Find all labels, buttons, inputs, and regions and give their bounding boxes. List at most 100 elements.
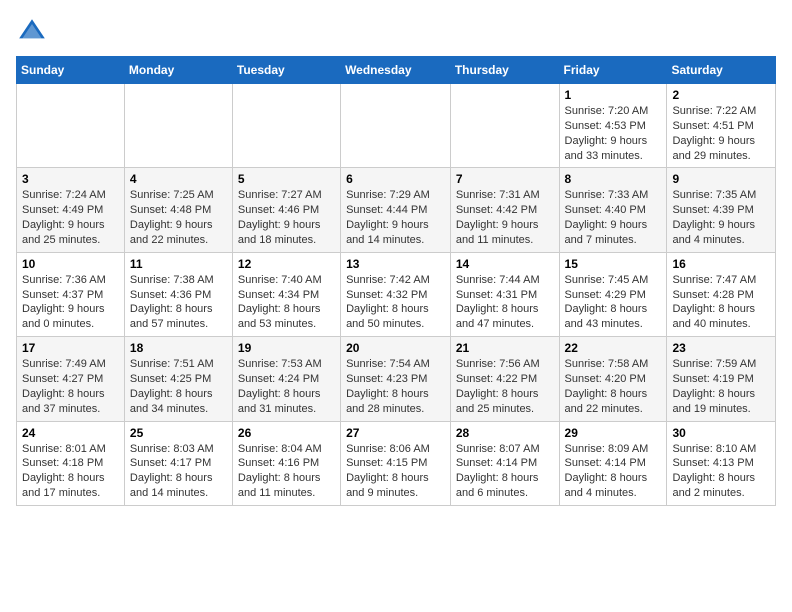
sunset-label: Sunset: 4:27 PM <box>22 373 103 385</box>
sunrise-label: Sunrise: 7:33 AM <box>565 189 649 201</box>
sunset-label: Sunset: 4:13 PM <box>672 457 753 469</box>
sunrise-label: Sunrise: 7:42 AM <box>346 274 430 286</box>
calendar-cell: 18 Sunrise: 7:51 AM Sunset: 4:25 PM Dayl… <box>124 337 232 421</box>
day-number: 3 <box>22 172 119 186</box>
day-info: Sunrise: 7:44 AM Sunset: 4:31 PM Dayligh… <box>456 273 554 332</box>
sunrise-label: Sunrise: 7:36 AM <box>22 274 106 286</box>
day-number: 6 <box>346 172 445 186</box>
sunrise-label: Sunrise: 7:29 AM <box>346 189 430 201</box>
day-info: Sunrise: 8:03 AM Sunset: 4:17 PM Dayligh… <box>130 442 227 501</box>
day-number: 10 <box>22 257 119 271</box>
day-number: 30 <box>672 426 770 440</box>
sunrise-label: Sunrise: 7:58 AM <box>565 358 649 370</box>
day-info: Sunrise: 7:27 AM Sunset: 4:46 PM Dayligh… <box>238 188 335 247</box>
calendar-cell: 24 Sunrise: 8:01 AM Sunset: 4:18 PM Dayl… <box>17 421 125 505</box>
daylight-label: Daylight: 9 hours and 11 minutes. <box>456 219 539 246</box>
day-info: Sunrise: 8:07 AM Sunset: 4:14 PM Dayligh… <box>456 442 554 501</box>
sunset-label: Sunset: 4:36 PM <box>130 289 211 301</box>
calendar-cell <box>450 84 559 168</box>
sunrise-label: Sunrise: 7:40 AM <box>238 274 322 286</box>
daylight-label: Daylight: 8 hours and 17 minutes. <box>22 472 105 499</box>
day-info: Sunrise: 7:36 AM Sunset: 4:37 PM Dayligh… <box>22 273 119 332</box>
daylight-label: Daylight: 9 hours and 0 minutes. <box>22 303 105 330</box>
day-info: Sunrise: 7:31 AM Sunset: 4:42 PM Dayligh… <box>456 188 554 247</box>
sunset-label: Sunset: 4:51 PM <box>672 120 753 132</box>
calendar-week-1: 1 Sunrise: 7:20 AM Sunset: 4:53 PM Dayli… <box>17 84 776 168</box>
day-number: 24 <box>22 426 119 440</box>
daylight-label: Daylight: 8 hours and 34 minutes. <box>130 388 213 415</box>
calendar-week-5: 24 Sunrise: 8:01 AM Sunset: 4:18 PM Dayl… <box>17 421 776 505</box>
day-info: Sunrise: 7:33 AM Sunset: 4:40 PM Dayligh… <box>565 188 662 247</box>
day-number: 25 <box>130 426 227 440</box>
day-number: 19 <box>238 341 335 355</box>
column-header-sunday: Sunday <box>17 57 125 84</box>
calendar-header-row: SundayMondayTuesdayWednesdayThursdayFrid… <box>17 57 776 84</box>
daylight-label: Daylight: 8 hours and 22 minutes. <box>565 388 648 415</box>
sunrise-label: Sunrise: 7:38 AM <box>130 274 214 286</box>
calendar-cell: 23 Sunrise: 7:59 AM Sunset: 4:19 PM Dayl… <box>667 337 776 421</box>
sunset-label: Sunset: 4:37 PM <box>22 289 103 301</box>
calendar-week-3: 10 Sunrise: 7:36 AM Sunset: 4:37 PM Dayl… <box>17 252 776 336</box>
column-header-monday: Monday <box>124 57 232 84</box>
day-number: 11 <box>130 257 227 271</box>
sunset-label: Sunset: 4:53 PM <box>565 120 646 132</box>
sunrise-label: Sunrise: 7:51 AM <box>130 358 214 370</box>
calendar-week-4: 17 Sunrise: 7:49 AM Sunset: 4:27 PM Dayl… <box>17 337 776 421</box>
sunrise-label: Sunrise: 8:07 AM <box>456 443 540 455</box>
day-number: 14 <box>456 257 554 271</box>
sunset-label: Sunset: 4:14 PM <box>565 457 646 469</box>
calendar-table: SundayMondayTuesdayWednesdayThursdayFrid… <box>16 56 776 506</box>
daylight-label: Daylight: 8 hours and 11 minutes. <box>238 472 321 499</box>
sunrise-label: Sunrise: 8:03 AM <box>130 443 214 455</box>
calendar-cell: 9 Sunrise: 7:35 AM Sunset: 4:39 PM Dayli… <box>667 168 776 252</box>
daylight-label: Daylight: 8 hours and 37 minutes. <box>22 388 105 415</box>
day-number: 15 <box>565 257 662 271</box>
sunset-label: Sunset: 4:31 PM <box>456 289 537 301</box>
sunset-label: Sunset: 4:46 PM <box>238 204 319 216</box>
sunset-label: Sunset: 4:34 PM <box>238 289 319 301</box>
day-number: 4 <box>130 172 227 186</box>
sunset-label: Sunset: 4:24 PM <box>238 373 319 385</box>
calendar-cell: 12 Sunrise: 7:40 AM Sunset: 4:34 PM Dayl… <box>232 252 340 336</box>
calendar-cell: 7 Sunrise: 7:31 AM Sunset: 4:42 PM Dayli… <box>450 168 559 252</box>
day-number: 9 <box>672 172 770 186</box>
sunrise-label: Sunrise: 8:10 AM <box>672 443 756 455</box>
day-number: 20 <box>346 341 445 355</box>
day-info: Sunrise: 7:29 AM Sunset: 4:44 PM Dayligh… <box>346 188 445 247</box>
sunset-label: Sunset: 4:15 PM <box>346 457 427 469</box>
day-info: Sunrise: 7:22 AM Sunset: 4:51 PM Dayligh… <box>672 104 770 163</box>
calendar-cell: 6 Sunrise: 7:29 AM Sunset: 4:44 PM Dayli… <box>341 168 451 252</box>
calendar-cell: 1 Sunrise: 7:20 AM Sunset: 4:53 PM Dayli… <box>559 84 667 168</box>
day-number: 8 <box>565 172 662 186</box>
calendar-cell: 15 Sunrise: 7:45 AM Sunset: 4:29 PM Dayl… <box>559 252 667 336</box>
daylight-label: Daylight: 9 hours and 33 minutes. <box>565 135 648 162</box>
sunrise-label: Sunrise: 8:09 AM <box>565 443 649 455</box>
calendar-cell: 22 Sunrise: 7:58 AM Sunset: 4:20 PM Dayl… <box>559 337 667 421</box>
calendar-cell: 5 Sunrise: 7:27 AM Sunset: 4:46 PM Dayli… <box>232 168 340 252</box>
column-header-thursday: Thursday <box>450 57 559 84</box>
sunset-label: Sunset: 4:17 PM <box>130 457 211 469</box>
day-info: Sunrise: 7:54 AM Sunset: 4:23 PM Dayligh… <box>346 357 445 416</box>
calendar-cell: 25 Sunrise: 8:03 AM Sunset: 4:17 PM Dayl… <box>124 421 232 505</box>
daylight-label: Daylight: 8 hours and 4 minutes. <box>565 472 648 499</box>
day-number: 18 <box>130 341 227 355</box>
sunset-label: Sunset: 4:48 PM <box>130 204 211 216</box>
sunrise-label: Sunrise: 7:47 AM <box>672 274 756 286</box>
calendar-cell: 26 Sunrise: 8:04 AM Sunset: 4:16 PM Dayl… <box>232 421 340 505</box>
calendar-cell <box>17 84 125 168</box>
calendar-cell: 2 Sunrise: 7:22 AM Sunset: 4:51 PM Dayli… <box>667 84 776 168</box>
sunrise-label: Sunrise: 7:45 AM <box>565 274 649 286</box>
day-number: 1 <box>565 88 662 102</box>
day-info: Sunrise: 7:42 AM Sunset: 4:32 PM Dayligh… <box>346 273 445 332</box>
sunrise-label: Sunrise: 7:25 AM <box>130 189 214 201</box>
daylight-label: Daylight: 9 hours and 7 minutes. <box>565 219 648 246</box>
sunset-label: Sunset: 4:14 PM <box>456 457 537 469</box>
daylight-label: Daylight: 8 hours and 50 minutes. <box>346 303 429 330</box>
calendar-cell <box>341 84 451 168</box>
day-info: Sunrise: 8:06 AM Sunset: 4:15 PM Dayligh… <box>346 442 445 501</box>
sunrise-label: Sunrise: 8:01 AM <box>22 443 106 455</box>
day-info: Sunrise: 7:59 AM Sunset: 4:19 PM Dayligh… <box>672 357 770 416</box>
day-number: 27 <box>346 426 445 440</box>
sunrise-label: Sunrise: 7:56 AM <box>456 358 540 370</box>
daylight-label: Daylight: 8 hours and 43 minutes. <box>565 303 648 330</box>
